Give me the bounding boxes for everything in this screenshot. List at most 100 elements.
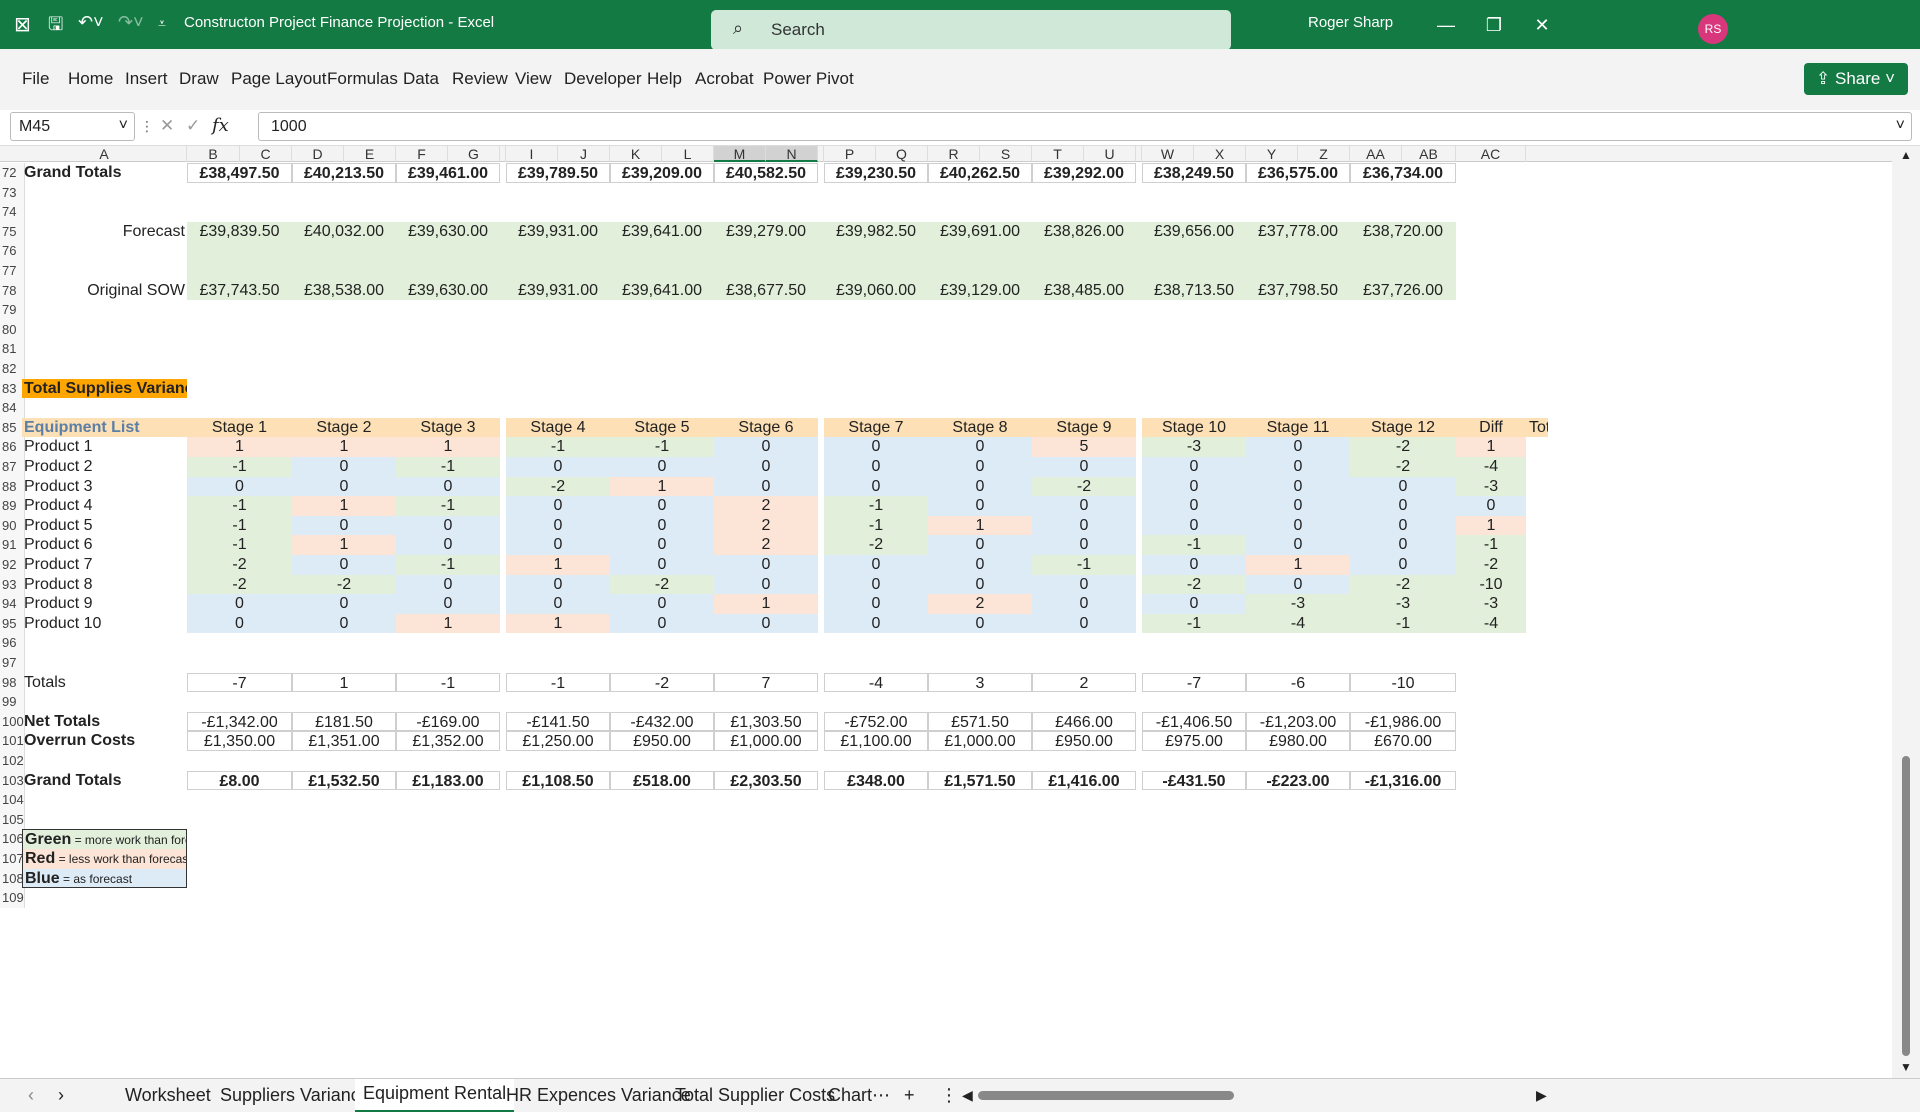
column-header-ab[interactable]: AB — [1402, 146, 1456, 162]
grand-totals-value[interactable]: £2,303.50 — [714, 770, 818, 791]
product-stage-value[interactable]: 0 — [396, 476, 500, 497]
column-header-f[interactable]: F — [396, 146, 448, 162]
net-totals-value[interactable]: -£141.50 — [506, 711, 610, 732]
equipment-list-header[interactable]: Equipment List — [22, 417, 187, 438]
product-stage-value[interactable]: 0 — [610, 515, 714, 536]
grand-totals-value[interactable]: £518.00 — [610, 770, 714, 791]
tab-data[interactable]: Data — [403, 69, 439, 89]
grand-total-value[interactable]: £38,249.50 — [1142, 163, 1246, 183]
product-stage-value[interactable]: 0 — [714, 613, 818, 634]
forecast-value[interactable]: £39,982.50 — [824, 222, 928, 242]
product-name[interactable]: Product 2 — [22, 457, 187, 477]
product-stage-value[interactable]: -3 — [1246, 594, 1350, 614]
original-sow-value[interactable]: £39,060.00 — [824, 281, 928, 301]
product-stage-value[interactable]: 0 — [1142, 476, 1246, 497]
original-sow-value[interactable]: £39,641.00 — [610, 281, 714, 301]
forecast-label[interactable]: Forecast — [22, 222, 185, 242]
product-stage-value[interactable]: 1 — [187, 437, 292, 457]
product-stage-value[interactable]: 0 — [506, 594, 610, 614]
product-stage-value[interactable]: 0 — [610, 535, 714, 555]
column-header-aa[interactable]: AA — [1350, 146, 1402, 162]
net-totals-value[interactable]: -£169.00 — [396, 711, 500, 732]
column-header-ac[interactable]: AC — [1456, 146, 1526, 162]
column-header-l[interactable]: L — [662, 146, 714, 162]
stage-header[interactable]: Stage 1 — [187, 417, 292, 438]
product-stage-value[interactable]: -2 — [1350, 457, 1456, 477]
net-totals-value[interactable]: £181.50 — [292, 711, 396, 732]
product-stage-value[interactable]: 0 — [824, 594, 928, 614]
overrun-costs-value[interactable]: £980.00 — [1246, 731, 1350, 751]
product-stage-value[interactable]: -1 — [1350, 613, 1456, 634]
name-box[interactable]: M45 ˅ — [10, 112, 135, 141]
grand-total-value[interactable]: £40,262.50 — [928, 163, 1032, 183]
product-stage-value[interactable]: 0 — [506, 574, 610, 595]
add-sheet-icon[interactable]: + — [904, 1085, 915, 1106]
product-stage-value[interactable]: 0 — [928, 613, 1032, 634]
product-stage-value[interactable]: -1 — [824, 515, 928, 536]
product-stage-value[interactable]: 0 — [610, 555, 714, 575]
column-header-r[interactable]: R — [928, 146, 980, 162]
product-stage-value[interactable]: 0 — [506, 496, 610, 516]
row-header-102[interactable]: 102 — [0, 751, 25, 771]
column-header-m[interactable]: M — [714, 146, 766, 162]
share-button[interactable]: ⇪ Share ˅ — [1804, 63, 1908, 95]
product-stage-value[interactable]: 0 — [928, 555, 1032, 575]
product-stage-value[interactable]: 1 — [506, 613, 610, 634]
product-stage-value[interactable]: 1 — [292, 496, 396, 516]
product-stage-value[interactable]: 0 — [292, 457, 396, 477]
tab-power-pivot[interactable]: Power Pivot — [763, 69, 854, 89]
product-stage-value[interactable]: 0 — [1032, 594, 1136, 614]
net-totals-label[interactable]: Net Totals — [22, 712, 187, 732]
product-stage-value[interactable]: 0 — [714, 457, 818, 477]
product-name[interactable]: Product 3 — [22, 477, 187, 497]
tab-hr-expences-variance[interactable]: HR Expences Variance — [506, 1085, 691, 1106]
row-header-97[interactable]: 97 — [0, 653, 25, 673]
product-stage-value[interactable]: 0 — [1032, 496, 1136, 516]
product-stage-value[interactable]: 0 — [1350, 555, 1456, 575]
net-totals-value[interactable]: -£1,406.50 — [1142, 711, 1246, 732]
product-stage-value[interactable]: 1 — [1246, 555, 1350, 575]
column-header-u[interactable]: U — [1084, 146, 1136, 162]
product-stage-value[interactable]: -1 — [1142, 613, 1246, 634]
hscroll-right-icon[interactable]: ▶ — [1536, 1087, 1547, 1104]
grand-totals-value[interactable]: £1,183.00 — [396, 770, 500, 791]
grand-total-value[interactable]: £39,209.00 — [610, 163, 714, 183]
column-header-j[interactable]: J — [558, 146, 610, 162]
totals-value[interactable]: 1 — [292, 672, 396, 693]
grand-total-value[interactable]: £39,230.50 — [824, 163, 928, 183]
row-header-105[interactable]: 105 — [0, 809, 25, 830]
product-stage-value[interactable]: 0 — [396, 594, 500, 614]
forecast-value[interactable]: £39,691.00 — [928, 222, 1032, 242]
totals-value[interactable]: 2 — [1032, 672, 1136, 693]
product-stage-value[interactable]: 0 — [1246, 437, 1350, 457]
hscroll-left-icon[interactable]: ◀ — [962, 1087, 973, 1104]
product-stage-value[interactable]: 0 — [1142, 555, 1246, 575]
overrun-costs-value[interactable]: £1,351.00 — [292, 731, 396, 751]
totals-value[interactable]: -2 — [610, 672, 714, 693]
product-diff-value[interactable]: 0 — [1456, 496, 1526, 516]
product-stage-value[interactable]: 0 — [824, 457, 928, 477]
product-stage-value[interactable]: 2 — [928, 594, 1032, 614]
product-stage-value[interactable]: 1 — [396, 437, 500, 457]
original-sow-value[interactable]: £39,931.00 — [506, 281, 610, 301]
stage-header[interactable]: Stage 5 — [610, 417, 714, 438]
original-sow-value[interactable]: £39,129.00 — [928, 281, 1032, 301]
column-header-c[interactable]: C — [240, 146, 292, 162]
overrun-costs-value[interactable]: £1,000.00 — [714, 731, 818, 751]
original-sow-value[interactable]: £37,726.00 — [1350, 281, 1456, 301]
product-stage-value[interactable]: 0 — [610, 496, 714, 516]
net-totals-value[interactable]: -£1,986.00 — [1350, 711, 1456, 732]
product-name[interactable]: Product 8 — [22, 575, 187, 595]
row-header-99[interactable]: 99 — [0, 692, 25, 712]
overrun-costs-label[interactable]: Overrun Costs — [22, 731, 187, 751]
grand-totals-value[interactable]: -£223.00 — [1246, 770, 1350, 791]
product-stage-value[interactable]: 1 — [928, 515, 1032, 536]
product-stage-value[interactable]: 0 — [396, 535, 500, 555]
stage-header[interactable]: Diff — [1456, 417, 1526, 438]
totals-value[interactable]: -10 — [1350, 672, 1456, 693]
product-diff-value[interactable]: -3 — [1456, 594, 1526, 614]
original-sow-value[interactable]: £38,713.50 — [1142, 281, 1246, 301]
product-stage-value[interactable]: 0 — [928, 496, 1032, 516]
product-stage-value[interactable]: -3 — [1142, 437, 1246, 457]
original-sow-value[interactable]: £38,485.00 — [1032, 281, 1136, 301]
